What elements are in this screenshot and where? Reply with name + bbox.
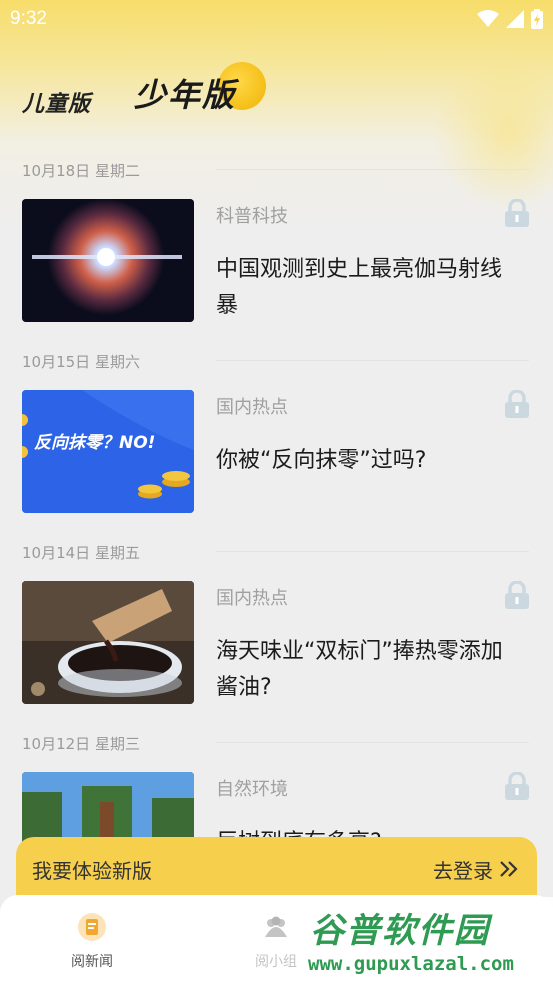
divider	[216, 169, 529, 170]
article-date: 10月14日 星期五	[22, 544, 140, 562]
banner-text: 我要体验新版	[32, 858, 152, 883]
lock-icon	[505, 390, 529, 418]
group-icon	[265, 916, 287, 937]
article-thumbnail[interactable]	[22, 199, 194, 322]
article-title[interactable]: 中国观测到史上最亮伽马射线暴	[216, 252, 516, 324]
double-chevron-right-icon	[500, 861, 518, 877]
divider	[216, 360, 529, 361]
article-date: 10月15日 星期六	[22, 353, 140, 371]
divider	[216, 551, 529, 552]
article-category: 科普科技	[216, 206, 288, 227]
watermark-name: 谷普软件园	[310, 911, 490, 951]
article-thumbnail[interactable]	[22, 581, 194, 704]
article-date: 10月18日 星期二	[22, 162, 140, 180]
article-title[interactable]: 海天味业“双标门”捧热零添加酱油?	[216, 634, 516, 706]
article-date: 10月12日 星期三	[22, 735, 140, 753]
article-title[interactable]: 你被“反向抹零”过吗?	[216, 443, 516, 479]
nav-label: 阅新闻	[71, 954, 113, 970]
article-thumbnail[interactable]: 反向抹零？NO!	[22, 390, 194, 513]
watermark-url: www.gupuxlazal.com	[308, 953, 514, 975]
lock-icon	[505, 581, 529, 609]
login-button[interactable]: 去登录	[433, 855, 519, 884]
lock-icon	[505, 199, 529, 227]
lock-icon	[505, 772, 529, 800]
login-label: 去登录	[433, 858, 493, 883]
article-category: 国内热点	[216, 588, 288, 609]
article-category: 自然环境	[216, 779, 288, 800]
nav-read-news[interactable]: 阅新闻	[52, 913, 132, 971]
article-category: 国内热点	[216, 397, 288, 418]
site-watermark: 谷普软件园 www.gupuxlazal.com	[304, 897, 553, 984]
new-version-banner[interactable]: 我要体验新版 去登录	[16, 837, 537, 901]
news-icon	[78, 913, 106, 941]
thumbnail-caption: 反向抹零？NO!	[34, 433, 156, 453]
divider	[216, 742, 529, 743]
